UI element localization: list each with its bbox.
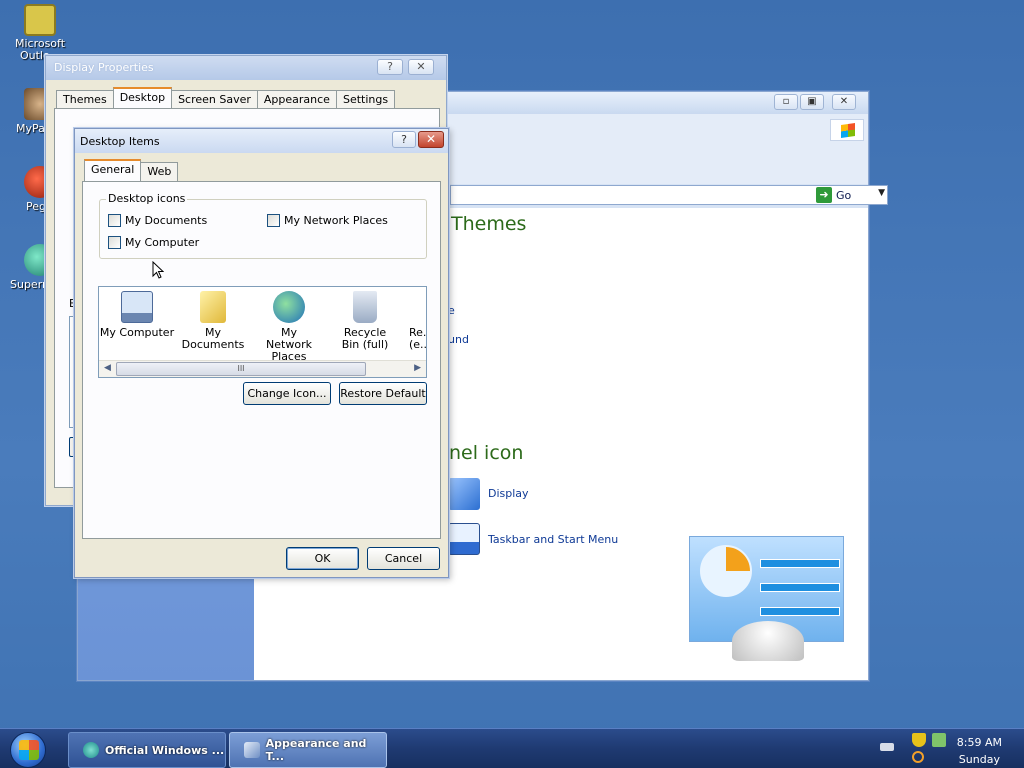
themes-heading: Themes bbox=[451, 213, 527, 235]
control-panel-icon bbox=[244, 742, 260, 758]
taskbar: Official Windows ... Appearance and T...… bbox=[0, 728, 1024, 768]
chevron-down-icon[interactable]: ▼ bbox=[878, 188, 885, 198]
desktop-items-panel: Desktop icons My Documents My Network Pl… bbox=[82, 181, 441, 539]
checkbox-box[interactable] bbox=[267, 214, 280, 227]
tab-general[interactable]: General bbox=[84, 159, 142, 181]
appearance-illustration bbox=[689, 536, 844, 661]
tab-themes[interactable]: Themes bbox=[56, 90, 114, 109]
maximize-button[interactable]: ▣ bbox=[800, 94, 824, 110]
search-icon[interactable] bbox=[912, 751, 924, 763]
checkbox-box[interactable] bbox=[108, 214, 121, 227]
list-item-my-network-places[interactable]: My Network Places bbox=[251, 291, 327, 363]
tab-appearance[interactable]: Appearance bbox=[256, 90, 337, 109]
go-arrow-icon: ➜ bbox=[816, 187, 832, 203]
checkbox-box[interactable] bbox=[108, 236, 121, 249]
system-tray: 8:59 AM Sunday bbox=[864, 729, 1024, 768]
desktop-icons-group: Desktop icons My Documents My Network Pl… bbox=[99, 192, 427, 259]
restore-default-button[interactable]: Restore Default bbox=[339, 382, 427, 405]
display-link[interactable]: Display bbox=[488, 487, 529, 500]
help-button[interactable]: ? bbox=[392, 131, 416, 148]
close-button[interactable]: ✕ bbox=[418, 131, 444, 148]
tab-web[interactable]: Web bbox=[140, 162, 179, 181]
checkbox-label: My Network Places bbox=[284, 214, 388, 227]
close-button[interactable]: ✕ bbox=[832, 94, 856, 110]
panel-icon-heading: nel icon bbox=[449, 442, 524, 464]
list-item-label: My Computer bbox=[99, 326, 175, 339]
go-label: Go bbox=[836, 188, 852, 202]
help-button[interactable]: ? bbox=[377, 59, 403, 75]
start-button[interactable] bbox=[10, 732, 46, 768]
tab-settings[interactable]: Settings bbox=[335, 90, 396, 109]
display-icon[interactable] bbox=[448, 478, 480, 510]
list-item-label: My Network Places bbox=[266, 326, 312, 363]
taskbar-item-official-windows[interactable]: Official Windows ... bbox=[68, 732, 226, 768]
cancel-button[interactable]: Cancel bbox=[367, 547, 440, 570]
list-item-label: Re... (e... bbox=[409, 327, 427, 351]
clock[interactable]: 8:59 AM Sunday bbox=[957, 734, 1002, 768]
list-item-partial[interactable]: Re... (e... bbox=[399, 291, 427, 351]
computer-icon bbox=[121, 291, 153, 323]
partial-icon bbox=[403, 291, 426, 323]
close-button[interactable]: ✕ bbox=[408, 59, 434, 75]
clock-day: Sunday bbox=[958, 753, 1000, 766]
checkbox-label: My Computer bbox=[125, 236, 200, 249]
scroll-left-icon[interactable]: ◀ bbox=[104, 363, 111, 373]
task-label: Official Windows ... bbox=[105, 743, 225, 757]
scroll-right-icon[interactable]: ▶ bbox=[414, 363, 421, 373]
slider-bar-icon bbox=[760, 583, 840, 592]
list-item-label: My Documents bbox=[181, 326, 245, 351]
list-item-recycle-bin[interactable]: Recycle Bin (full) bbox=[327, 291, 403, 351]
browser-icon bbox=[83, 742, 99, 758]
desktop-items-dialog: Desktop Items ? ✕ General Web Desktop ic… bbox=[74, 128, 449, 578]
windows-flag-icon bbox=[19, 740, 39, 760]
recycle-bin-icon bbox=[353, 291, 377, 323]
partial-link-e[interactable]: e bbox=[448, 304, 455, 317]
network-icon[interactable] bbox=[932, 733, 946, 747]
taskbar-item-appearance[interactable]: Appearance and T... bbox=[229, 732, 387, 768]
folder-icon bbox=[200, 291, 226, 323]
desktop-icons-label: Desktop icons bbox=[106, 192, 188, 205]
horizontal-scrollbar[interactable]: ◀ III ▶ bbox=[99, 360, 426, 377]
windows-logo-icon bbox=[830, 119, 864, 141]
slider-bar-icon bbox=[760, 607, 840, 616]
list-item-my-documents[interactable]: My Documents bbox=[175, 291, 251, 351]
my-computer-checkbox[interactable]: My Computer bbox=[108, 236, 199, 249]
taskbar-start-menu-link[interactable]: Taskbar and Start Menu bbox=[488, 533, 618, 546]
tab-screen-saver[interactable]: Screen Saver bbox=[171, 90, 258, 109]
partial-link-und[interactable]: und bbox=[448, 333, 469, 346]
go-button[interactable]: ➜ Go bbox=[816, 185, 866, 205]
checkbox-label: My Documents bbox=[125, 214, 208, 227]
my-network-places-checkbox[interactable]: My Network Places bbox=[267, 214, 388, 227]
slider-bar-icon bbox=[760, 559, 840, 568]
scrollbar-thumb[interactable]: III bbox=[116, 362, 366, 376]
mouse-icon bbox=[732, 621, 804, 661]
tab-desktop[interactable]: Desktop bbox=[112, 87, 173, 109]
list-item-label: Recycle Bin (full) bbox=[341, 326, 389, 351]
list-item-my-computer[interactable]: My Computer bbox=[99, 291, 175, 339]
taskbar-start-menu-icon[interactable] bbox=[448, 523, 480, 555]
network-globe-icon bbox=[273, 291, 305, 323]
pie-chart-icon bbox=[700, 545, 752, 597]
desktop-icon-outlook[interactable]: Microsoft Outlo... bbox=[0, 4, 80, 62]
clock-time: 8:59 AM bbox=[956, 736, 1002, 749]
desktop-items-tabs: General Web bbox=[84, 159, 179, 181]
mouse-cursor-icon bbox=[152, 261, 164, 279]
change-icon-button[interactable]: Change Icon... bbox=[243, 382, 331, 405]
desktop-icon-list[interactable]: My Computer My Documents My Network Plac… bbox=[98, 286, 427, 378]
my-documents-checkbox[interactable]: My Documents bbox=[108, 214, 207, 227]
security-shield-icon[interactable] bbox=[912, 733, 926, 747]
ok-button[interactable]: OK bbox=[286, 547, 359, 570]
minimize-button[interactable]: ▫ bbox=[774, 94, 798, 110]
keyboard-icon[interactable] bbox=[880, 743, 894, 751]
display-properties-tabs: Themes Desktop Screen Saver Appearance S… bbox=[56, 87, 396, 109]
task-label: Appearance and T... bbox=[265, 737, 367, 763]
outlook-icon bbox=[24, 4, 56, 36]
